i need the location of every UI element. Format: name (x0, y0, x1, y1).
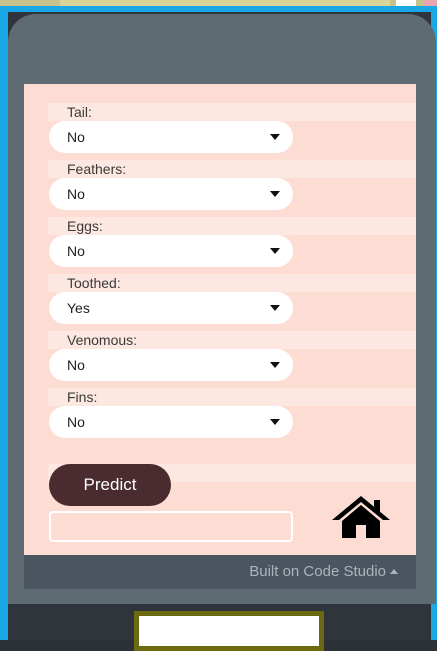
fins-dropdown-value: No (67, 414, 85, 430)
fins-label: Fins: (48, 388, 416, 406)
tail-dropdown[interactable]: No (49, 121, 293, 153)
toothed-dropdown-value: Yes (67, 300, 90, 316)
footer-bar[interactable]: Built on Code Studio (24, 555, 416, 589)
caret-down-icon (270, 362, 280, 368)
caret-down-icon (270, 419, 280, 425)
eggs-dropdown[interactable]: No (49, 235, 293, 267)
eggs-dropdown-value: No (67, 243, 85, 259)
app-screen: Tail: No Feathers: No Eggs: No Toothed: … (24, 84, 416, 555)
venomous-dropdown[interactable]: No (49, 349, 293, 381)
caret-down-icon (270, 305, 280, 311)
caret-down-icon (270, 134, 280, 140)
venomous-dropdown-value: No (67, 357, 85, 373)
predict-button[interactable]: Predict (49, 464, 171, 506)
eggs-label: Eggs: (48, 217, 416, 235)
feathers-label: Feathers: (48, 160, 416, 178)
feathers-dropdown-value: No (67, 186, 85, 202)
tail-dropdown-value: No (67, 129, 85, 145)
footer-text: Built on Code Studio (249, 563, 386, 580)
feathers-dropdown[interactable]: No (49, 178, 293, 210)
toothed-dropdown[interactable]: Yes (49, 292, 293, 324)
bottom-panel (134, 611, 324, 651)
caret-down-icon (270, 248, 280, 254)
fins-dropdown[interactable]: No (49, 406, 293, 438)
caret-down-icon (270, 191, 280, 197)
tail-label: Tail: (48, 103, 416, 121)
caret-up-icon (390, 569, 398, 574)
venomous-label: Venomous: (48, 331, 416, 349)
home-icon[interactable] (330, 494, 392, 540)
prediction-output-field[interactable] (49, 511, 293, 542)
toothed-label: Toothed: (48, 274, 416, 292)
